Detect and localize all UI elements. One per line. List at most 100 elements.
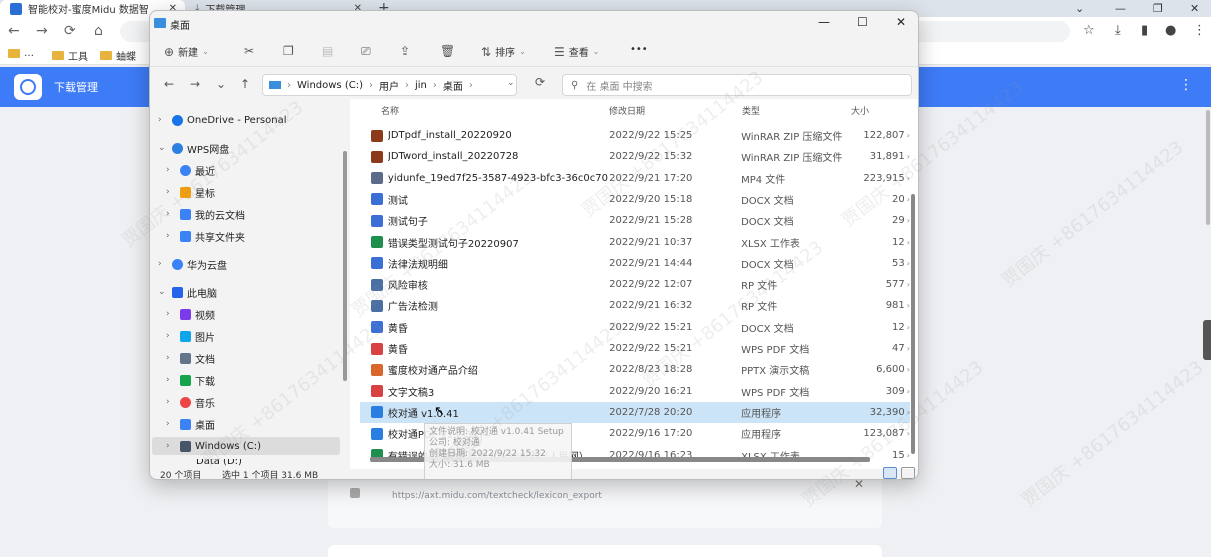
more-options-button[interactable]: •••	[630, 44, 648, 55]
chevron-right-icon[interactable]: ›	[166, 331, 180, 341]
nav-item-music[interactable]: › 音乐	[166, 393, 338, 411]
file-list-vertical-scrollbar[interactable]	[911, 194, 915, 454]
refresh-icon[interactable]: ⟳	[535, 75, 545, 89]
file-row[interactable]: yidunfe_19ed7f25-3587-4923-bfc3-36c0c70.…	[360, 168, 910, 189]
nav-scrollbar[interactable]	[343, 151, 347, 381]
nav-item-videos[interactable]: › 视频	[166, 305, 338, 323]
browser-menu-icon[interactable]: ⋮	[1193, 21, 1206, 41]
tab-search-icon[interactable]: ⌄	[1075, 0, 1084, 17]
side-panel-handle[interactable]	[1203, 320, 1211, 360]
chevron-right-icon[interactable]: ›	[166, 187, 180, 197]
nav-item-wps[interactable]: ⌄ WPS网盘	[158, 139, 338, 157]
column-header-size[interactable]: 大小	[851, 104, 869, 117]
nav-item-this-pc[interactable]: ⌄ 此电脑	[158, 283, 338, 301]
chevron-right-icon[interactable]: ›	[166, 441, 180, 451]
chevron-right-icon[interactable]: ›	[166, 209, 180, 219]
chevron-right-icon[interactable]: ›	[158, 259, 172, 269]
breadcrumb-item[interactable]: Windows (C:)	[297, 80, 363, 91]
copy-button[interactable]: ❐	[283, 44, 298, 58]
downloads-icon[interactable]: ⤓	[1115, 21, 1121, 41]
file-row[interactable]: 文字文稿3 2022/9/20 16:21 WPS PDF 文档 309 ›	[360, 381, 910, 402]
file-row[interactable]: JDTpdf_install_20220920 2022/9/22 15:25 Wi…	[360, 125, 910, 146]
breadcrumb-item[interactable]: 桌面	[443, 78, 463, 93]
cut-button[interactable]: ✂	[244, 44, 258, 58]
nav-item-downloads[interactable]: › 下载	[166, 371, 338, 389]
file-row[interactable]: 法律法规明细 2022/9/21 14:44 DOCX 文档 53 ›	[360, 253, 910, 274]
nav-item-shared[interactable]: › 共享文件夹	[166, 227, 338, 245]
file-row[interactable]: 蜜度校对通产品介绍 2022/8/23 18:28 PPTX 演示文稿 6,600 ›	[360, 359, 910, 380]
nav-item-onedrive[interactable]: › OneDrive - Personal	[158, 111, 338, 129]
nav-item-starred[interactable]: › 星标	[166, 183, 338, 201]
forward-icon[interactable]: →	[190, 77, 200, 91]
recent-locations-icon[interactable]: ⌄	[216, 77, 226, 91]
chevron-right-icon[interactable]: ›	[158, 115, 172, 125]
breadcrumb-item[interactable]: 用户	[379, 78, 399, 93]
bookmark-folder-1[interactable]: 蚰蝶	[100, 48, 136, 63]
nav-label: 文档	[195, 354, 215, 366]
chevron-down-icon[interactable]: ⌄	[158, 287, 172, 297]
nav-item-desktop[interactable]: › 桌面	[166, 415, 338, 433]
browser-close-button[interactable]: ✕	[1190, 0, 1199, 17]
file-row[interactable]: 测试句子 2022/9/21 15:28 DOCX 文档 29 ›	[360, 210, 910, 231]
browser-minimize-button[interactable]: —	[1115, 0, 1126, 17]
bookmark-folder-tools[interactable]: 工具	[52, 48, 88, 63]
chevron-right-icon[interactable]: ›	[166, 309, 180, 319]
apps-icon[interactable]: …	[8, 48, 34, 59]
more-menu-icon[interactable]: ⋮	[1179, 77, 1193, 93]
column-header-type[interactable]: 类型	[742, 104, 760, 117]
file-row[interactable]: 风险审核 2022/9/22 12:07 RP 文件 577 ›	[360, 274, 910, 295]
maximize-button[interactable]: ☐	[857, 15, 868, 29]
paste-button[interactable]: ▤	[322, 44, 337, 58]
file-row[interactable]: 广告法检测 2022/9/21 16:32 RP 文件 981 ›	[360, 295, 910, 316]
share-button[interactable]: ⇪	[400, 44, 414, 58]
large-icons-view-icon[interactable]	[901, 467, 915, 479]
home-icon[interactable]: ⌂	[94, 21, 103, 41]
delete-button[interactable]: 🗑	[440, 44, 459, 58]
browser-maximize-button[interactable]: ❐	[1153, 0, 1163, 17]
rename-button[interactable]: ⎚	[361, 44, 375, 59]
view-button[interactable]: ☰ 查看 ⌄	[554, 44, 599, 60]
file-date: 2022/9/21 15:28	[609, 215, 693, 227]
file-row[interactable]: 黄昏 2022/9/22 15:21 WPS PDF 文档 47 ›	[360, 338, 910, 359]
back-icon[interactable]: ←	[8, 21, 20, 41]
column-header-name[interactable]: 名称	[381, 104, 399, 117]
file-name: 法律法规明细	[387, 259, 448, 271]
download-url[interactable]: https://axt.midu.com/textcheck/lexicon_e…	[392, 491, 602, 501]
back-icon[interactable]: ←	[164, 77, 174, 91]
details-view-icon[interactable]	[883, 467, 897, 479]
nav-item-recent[interactable]: › 最近	[166, 161, 338, 179]
nav-item-cloud-docs[interactable]: › 我的云文档	[166, 205, 338, 223]
nav-item-pictures[interactable]: › 图片	[166, 327, 338, 345]
chevron-right-icon[interactable]: ›	[166, 419, 180, 429]
explorer-titlebar[interactable]: 桌面 — ☐ ✕	[150, 11, 918, 37]
new-button[interactable]: ⊕ 新建 ⌄	[164, 44, 209, 60]
bookmark-star-icon[interactable]: ☆	[1083, 21, 1095, 41]
address-dropdown-icon[interactable]: ⌄	[507, 78, 515, 88]
forward-icon[interactable]: →	[36, 21, 48, 41]
breadcrumb-item[interactable]: jin	[415, 80, 427, 91]
close-button[interactable]: ✕	[896, 15, 906, 29]
path-breadcrumb[interactable]: › Windows (C:) › 用户 › jin › 桌面 ›	[262, 74, 517, 96]
chevron-right-icon[interactable]: ›	[166, 375, 180, 385]
profile-avatar-icon[interactable]: ●	[1165, 21, 1176, 41]
nav-item-windows-c[interactable]: › Windows (C:)	[152, 437, 340, 455]
nav-item-huawei[interactable]: › 华为云盘	[158, 255, 338, 273]
nav-item-documents[interactable]: › 文档	[166, 349, 338, 367]
chevron-right-icon[interactable]: ›	[166, 353, 180, 363]
file-row[interactable]: 黄昏 2022/9/22 15:21 DOCX 文档 12 ›	[360, 317, 910, 338]
chevron-right-icon[interactable]: ›	[166, 165, 180, 175]
page-scrollbar[interactable]	[1206, 110, 1210, 225]
sidebar-icon[interactable]: ▮	[1141, 21, 1148, 41]
file-row[interactable]: JDTword_install_20220728 2022/9/22 15:32 W…	[360, 146, 910, 167]
column-header-date[interactable]: 修改日期	[609, 104, 645, 117]
file-row[interactable]: 测试 2022/9/20 15:18 DOCX 文档 20 ›	[360, 189, 910, 210]
search-input[interactable]: ⚲ 在 桌面 中搜索	[562, 74, 912, 96]
chevron-right-icon[interactable]: ›	[166, 397, 180, 407]
file-row[interactable]: 错误类型测试句子20220907 2022/9/21 10:37 XLSX 工作表 1…	[360, 232, 910, 253]
chevron-down-icon[interactable]: ⌄	[158, 143, 172, 153]
reload-icon[interactable]: ⟳	[64, 21, 76, 41]
up-icon[interactable]: ↑	[240, 77, 250, 91]
chevron-right-icon[interactable]: ›	[166, 231, 180, 241]
minimize-button[interactable]: —	[818, 15, 830, 29]
sort-button[interactable]: ⇅ 排序 ⌄	[481, 44, 526, 60]
